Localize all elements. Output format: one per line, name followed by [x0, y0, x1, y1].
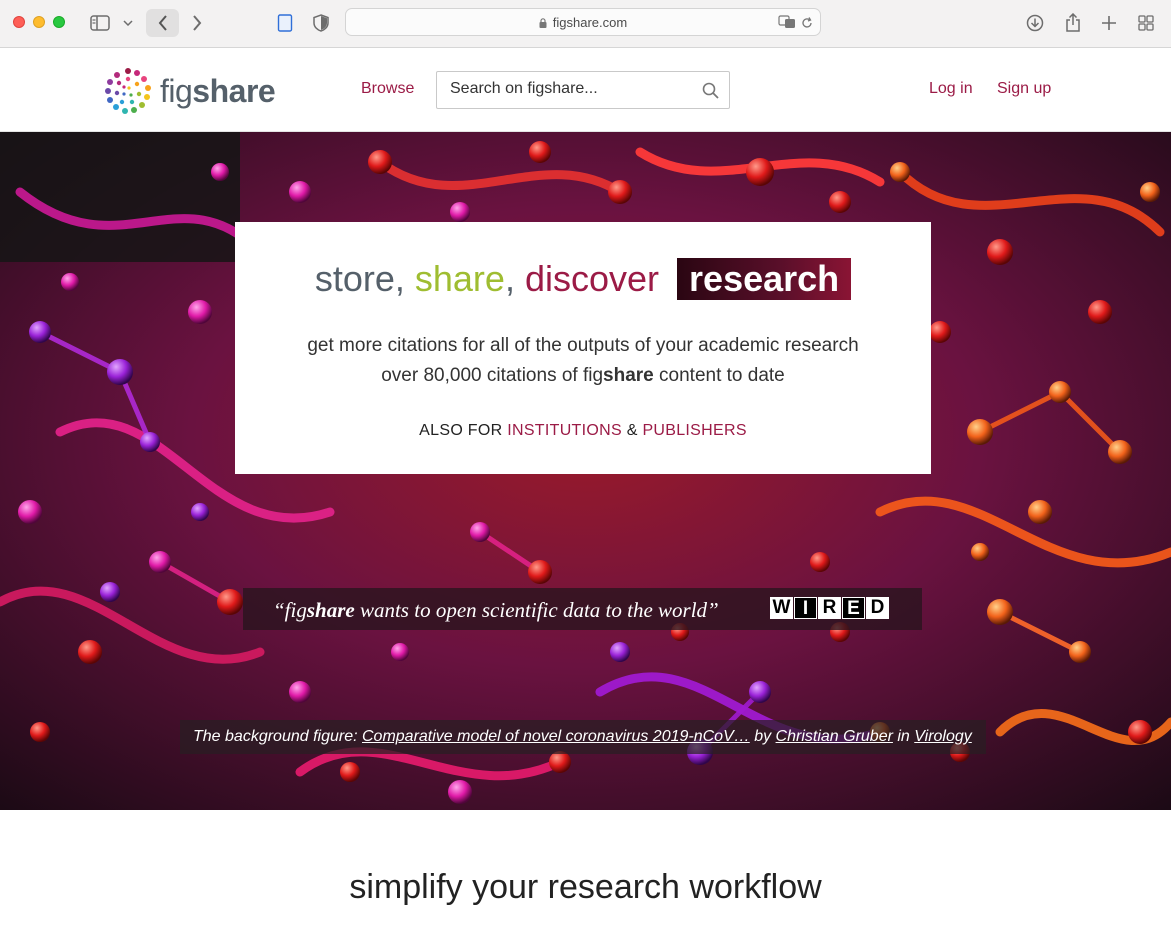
also-for-line: ALSO FOR INSTITUTIONS & PUBLISHERS — [419, 422, 747, 439]
wired-quote: “figshare wants to open scientific data … — [273, 598, 719, 622]
hero-subtitle: get more citations for all of the output… — [307, 335, 859, 356]
chevron-down-icon[interactable] — [121, 9, 135, 37]
hero-tagline: store, share, discover research — [235, 258, 931, 300]
minimize-window-button[interactable] — [33, 16, 45, 28]
zoom-window-button[interactable] — [53, 16, 65, 28]
tab-overview-icon[interactable] — [1135, 9, 1157, 37]
image-credit-bar: The background figure: Comparative model… — [180, 720, 986, 754]
page-icon[interactable] — [274, 9, 296, 37]
citations-count-text: over 80,000 citations of figshare conten… — [381, 365, 785, 386]
search-box — [436, 71, 730, 109]
close-window-button[interactable] — [13, 16, 25, 28]
search-input[interactable] — [450, 80, 700, 98]
forward-button[interactable] — [186, 9, 208, 37]
login-link[interactable]: Log in — [929, 80, 973, 98]
category-link[interactable]: Virology — [914, 728, 972, 745]
figshare-logo[interactable]: figshare — [102, 65, 282, 117]
url-text: figshare.com — [552, 15, 628, 30]
wired-quote-bar: “figshare wants to open scientific data … — [243, 588, 922, 630]
figure-link[interactable]: Comparative model of novel coronavirus 2… — [362, 728, 750, 745]
hero-banner: store, share, discover research get more… — [0, 132, 1171, 810]
privacy-shield-icon[interactable] — [310, 9, 332, 37]
lock-icon — [539, 16, 547, 28]
publishers-link[interactable]: PUBLISHERS — [642, 422, 746, 439]
back-button[interactable] — [146, 9, 179, 37]
figshare-logo-mark — [105, 68, 151, 114]
share-icon[interactable] — [1062, 9, 1084, 37]
browser-toolbar: figshare.com — [0, 0, 1171, 48]
wired-logo: W I R E D — [770, 597, 889, 619]
signup-link[interactable]: Sign up — [997, 80, 1051, 98]
sidebar-toggle-icon[interactable] — [88, 9, 112, 37]
translate-icon[interactable] — [778, 15, 796, 34]
image-credit: The background figure: Comparative model… — [193, 728, 972, 745]
site-header: figshare Browse Log in Sign up — [0, 49, 1171, 132]
author-link[interactable]: Christian Gruber — [776, 728, 893, 745]
address-bar[interactable]: figshare.com — [345, 8, 821, 36]
new-tab-icon[interactable] — [1098, 9, 1120, 37]
institutions-link[interactable]: INSTITUTIONS — [507, 422, 622, 439]
browse-link[interactable]: Browse — [361, 80, 414, 98]
research-highlight: research — [677, 258, 852, 300]
reload-icon[interactable] — [801, 16, 813, 34]
search-icon[interactable] — [702, 82, 719, 104]
figshare-wordmark: figshare — [160, 72, 276, 109]
section-title: simplify your research workflow — [349, 868, 822, 906]
downloads-icon[interactable] — [1024, 9, 1046, 37]
hero-card: store, share, discover research get more… — [235, 222, 931, 474]
